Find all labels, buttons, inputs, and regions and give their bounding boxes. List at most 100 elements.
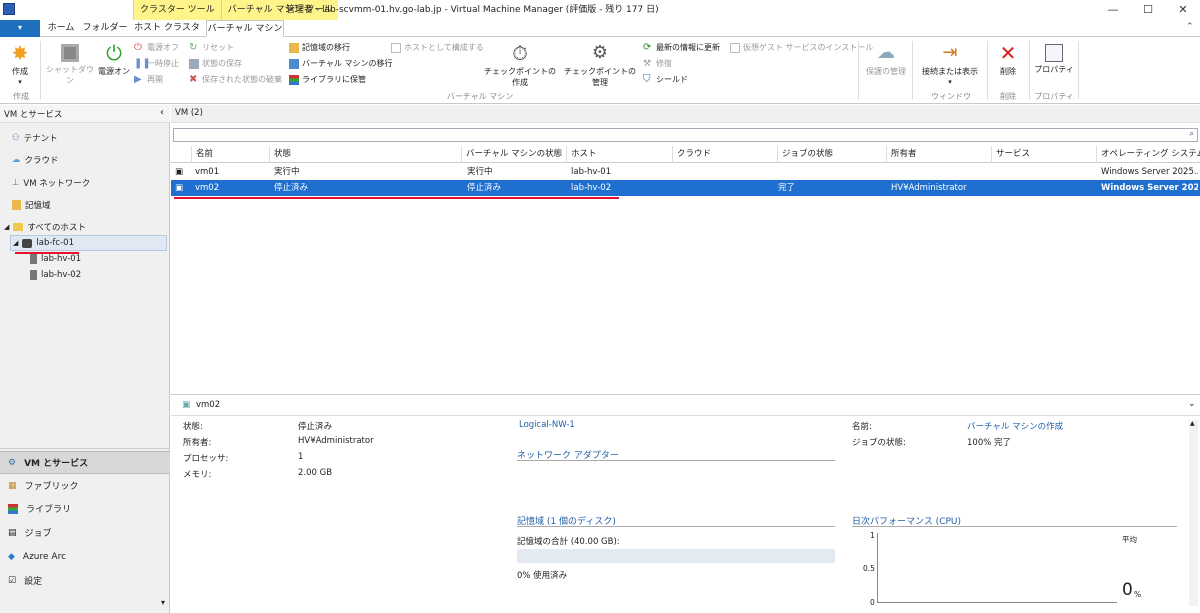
connect-button[interactable]: ⇥ 接続または表示 ▾	[917, 42, 983, 86]
column-header-service[interactable]: サービス	[991, 146, 1096, 163]
manage-checkpoint-button[interactable]: ⚙ チェックポイントの管理	[561, 42, 639, 88]
perf-x-axis	[877, 602, 1117, 603]
ribbon-collapse-icon[interactable]: ⌃	[1186, 22, 1194, 32]
nav-item-storage[interactable]: 記憶域	[12, 199, 51, 211]
power-off-button[interactable]: ⏻ 電源オフ	[134, 42, 179, 53]
workspace-fabric[interactable]: ▦ ファブリック	[0, 474, 170, 497]
perf-axis-label-top: 1	[870, 531, 875, 540]
perf-average-label: 平均	[1122, 535, 1137, 544]
shield-icon: ⛉	[643, 73, 651, 85]
reset-button[interactable]: ↻ リセット	[189, 42, 234, 53]
workspace-label: Azure Arc	[22, 551, 67, 562]
row-underline-annotation	[174, 197, 619, 199]
expand-arrow-icon: ◢	[13, 239, 19, 247]
pause-button[interactable]: ❚❚ 一時停止	[134, 58, 179, 69]
group-label-vm: バーチャル マシン	[446, 92, 514, 101]
create-checkpoint-button[interactable]: ⏱ チェックポイントの作成	[481, 42, 559, 88]
job-name-link[interactable]: バーチャル マシンの作成	[967, 420, 1063, 432]
perf-axis-label-mid: 0.5	[863, 564, 875, 573]
scroll-up-icon[interactable]: ▲	[1190, 420, 1195, 427]
tab-folder[interactable]: フォルダー	[82, 20, 128, 37]
nav-item-vm-network[interactable]: ⊥ VM ネットワーク	[12, 177, 90, 189]
create-button[interactable]: ✸ 作成 ▾	[6, 42, 34, 86]
tab-host-cluster[interactable]: ホスト クラスター	[132, 20, 202, 50]
file-menu-button[interactable]: ▾	[0, 20, 40, 37]
column-header-name[interactable]: 名前	[191, 146, 269, 163]
migrate-storage-button[interactable]: 記憶域の移行	[289, 42, 350, 53]
app-icon[interactable]	[3, 3, 15, 15]
resume-button[interactable]: ▶ 再開	[134, 74, 163, 85]
discard-saved-label: 保存された状態の破棄	[202, 75, 282, 84]
column-header-os[interactable]: オペレーティング システム	[1096, 146, 1200, 163]
cell-job: 完了	[778, 183, 796, 193]
tenant-icon: ⚇	[12, 133, 20, 143]
tab-virtual-machine[interactable]: バーチャル マシン	[206, 20, 284, 37]
workspace-label: ライブラリ	[26, 505, 72, 515]
nav-label: 記憶域	[25, 201, 51, 211]
maximize-button[interactable]: ☐	[1131, 0, 1165, 20]
grid-title: VM (2)	[175, 108, 203, 118]
nav-item-cluster[interactable]: ◢ lab-fc-01	[10, 235, 167, 251]
nav-item-host-1[interactable]: lab-hv-01	[30, 254, 81, 264]
connect-label: 接続または表示	[922, 67, 978, 76]
group-label-properties: プロパティ	[1034, 92, 1074, 101]
column-header-owner[interactable]: 所有者	[886, 146, 991, 163]
shield-button[interactable]: ⛉ シールド	[643, 74, 688, 85]
shutdown-button[interactable]: シャットダウン	[46, 42, 94, 86]
repair-button[interactable]: ⚒ 修復	[643, 58, 672, 69]
nav-item-all-hosts[interactable]: ◢ すべてのホスト	[4, 221, 86, 233]
workspace-settings[interactable]: ☑ 設定	[0, 569, 170, 592]
store-library-button[interactable]: ライブラリに保管	[289, 74, 366, 85]
cell-job	[778, 164, 878, 180]
migrate-vm-button[interactable]: バーチャル マシンの移行	[289, 58, 392, 69]
workspace-vms-services[interactable]: ⚙ VM とサービス	[0, 451, 170, 474]
details-collapse-icon[interactable]: ⌄	[1188, 399, 1196, 409]
nav-item-cloud[interactable]: ☁ クラウド	[12, 154, 59, 166]
delete-button[interactable]: ✕ 削除	[991, 42, 1025, 77]
column-header-status[interactable]: 状態	[269, 146, 461, 163]
workspace-azure-arc[interactable]: ◆ Azure Arc	[0, 545, 170, 568]
workspace-library[interactable]: ライブラリ	[0, 497, 170, 520]
window-title: 管理者 - lab-scvmm-01.hv.go-lab.jp - Virtua…	[286, 5, 659, 15]
config-host-button[interactable]: ホストとして構成する	[391, 42, 484, 53]
column-header-host[interactable]: ホスト	[566, 146, 672, 163]
host-server-icon	[30, 254, 37, 264]
cell-os: Windows Server 2025...	[1101, 167, 1198, 177]
column-header-job-status[interactable]: ジョブの状態	[777, 146, 886, 163]
details-scrollbar[interactable]: ▲	[1189, 420, 1198, 606]
logical-network-link[interactable]: Logical-NW-1	[519, 420, 575, 430]
install-guest-button[interactable]: 仮想ゲスト サービスのインストール	[730, 42, 873, 53]
table-row-selected[interactable]: ▣ vm02 停止済み 停止済み lab-hv-02 完了 HV¥Adminis…	[171, 180, 1200, 196]
workspace-label: VM とサービス	[24, 459, 89, 469]
table-row[interactable]: ▣ vm01 実行中 実行中 lab-hv-01 Windows Server …	[171, 164, 1200, 180]
refresh-button[interactable]: ⟳ 最新の情報に更新	[643, 42, 720, 53]
cell-vm-status: 停止済み	[467, 183, 502, 193]
delete-label: 削除	[1000, 67, 1016, 76]
column-header-cloud[interactable]: クラウド	[672, 146, 777, 163]
collapse-panel-icon[interactable]: ‹	[160, 107, 164, 118]
storage-total-label: 記憶域の合計 (40.00 GB):	[517, 537, 620, 547]
save-state-button[interactable]: 状態の保存	[189, 58, 242, 69]
perf-average-value: 0	[1122, 580, 1133, 600]
search-icon[interactable]: ⌕	[1190, 129, 1194, 139]
close-button[interactable]: ✕	[1166, 0, 1200, 20]
search-input[interactable]: ⌕	[173, 128, 1198, 142]
power-on-button[interactable]: ⏻ 電源オン	[97, 42, 131, 77]
repair-label: 修復	[656, 59, 672, 68]
minimize-button[interactable]: —	[1096, 0, 1130, 20]
shutdown-icon	[61, 44, 79, 62]
protection-button[interactable]: ☁ 保護の管理	[862, 42, 910, 77]
tab-home[interactable]: ホーム	[44, 20, 78, 37]
reset-label: リセット	[202, 43, 234, 52]
nav-label: クラウド	[24, 156, 59, 166]
vm-icon: ▣	[175, 183, 184, 193]
nav-item-host-2[interactable]: lab-hv-02	[30, 270, 81, 280]
nav-item-tenant[interactable]: ⚇ テナント	[12, 132, 58, 144]
scroll-down-icon[interactable]: ▾	[161, 598, 165, 607]
column-header-vm-status[interactable]: バーチャル マシンの状態	[461, 146, 566, 163]
discard-saved-button[interactable]: ✖ 保存された状態の破棄	[189, 74, 282, 85]
discard-icon: ✖	[189, 73, 198, 85]
migrate-storage-icon	[289, 42, 299, 53]
properties-button[interactable]: プロパティ	[1034, 42, 1074, 75]
workspace-jobs[interactable]: ▤ ジョブ	[0, 521, 170, 544]
